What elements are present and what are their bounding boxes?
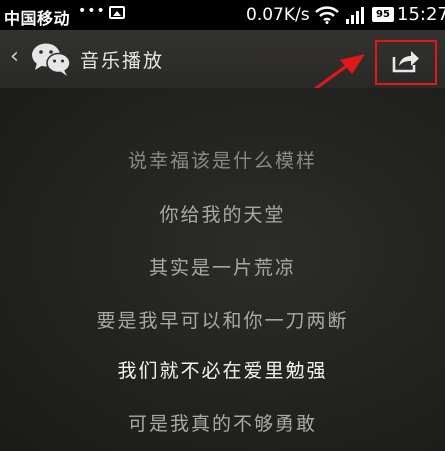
- back-chevron-icon[interactable]: ‹: [10, 46, 19, 68]
- lyric-line: 说幸福该是什么模样: [127, 150, 317, 172]
- lyric-line: 要是我早可以和你一刀两断: [96, 310, 349, 332]
- status-bar: 中国移动 ••• 0.07K/s 95 15:27: [0, 0, 445, 30]
- network-speed: 0.07K/s: [246, 5, 310, 25]
- status-time: 15:27: [397, 4, 445, 25]
- page-title: 音乐播放: [80, 50, 165, 72]
- lyric-line-current: 我们就不必在爱里勉强: [117, 360, 328, 382]
- signal-dots: •••: [78, 3, 106, 19]
- carrier-name: 中国移动: [4, 9, 71, 28]
- lyric-line: 可是我真的不够勇敢: [127, 413, 317, 435]
- wifi-icon: [315, 6, 339, 28]
- app-header: ‹ 音乐播放: [0, 30, 445, 88]
- lyrics-area: 说幸福该是什么模样 你给我的天堂 其实是一片荒凉 要是我早可以和你一刀两断 我们…: [0, 88, 445, 451]
- image-notification-icon: [109, 6, 125, 19]
- lyric-line: 其实是一片荒凉: [148, 257, 296, 279]
- share-icon: [392, 49, 420, 77]
- wechat-icon[interactable]: [30, 41, 72, 77]
- signal-icon: [345, 5, 367, 29]
- share-button[interactable]: [375, 40, 437, 85]
- battery-icon: 95: [372, 7, 394, 22]
- lyric-line: 你给我的天堂: [159, 204, 286, 226]
